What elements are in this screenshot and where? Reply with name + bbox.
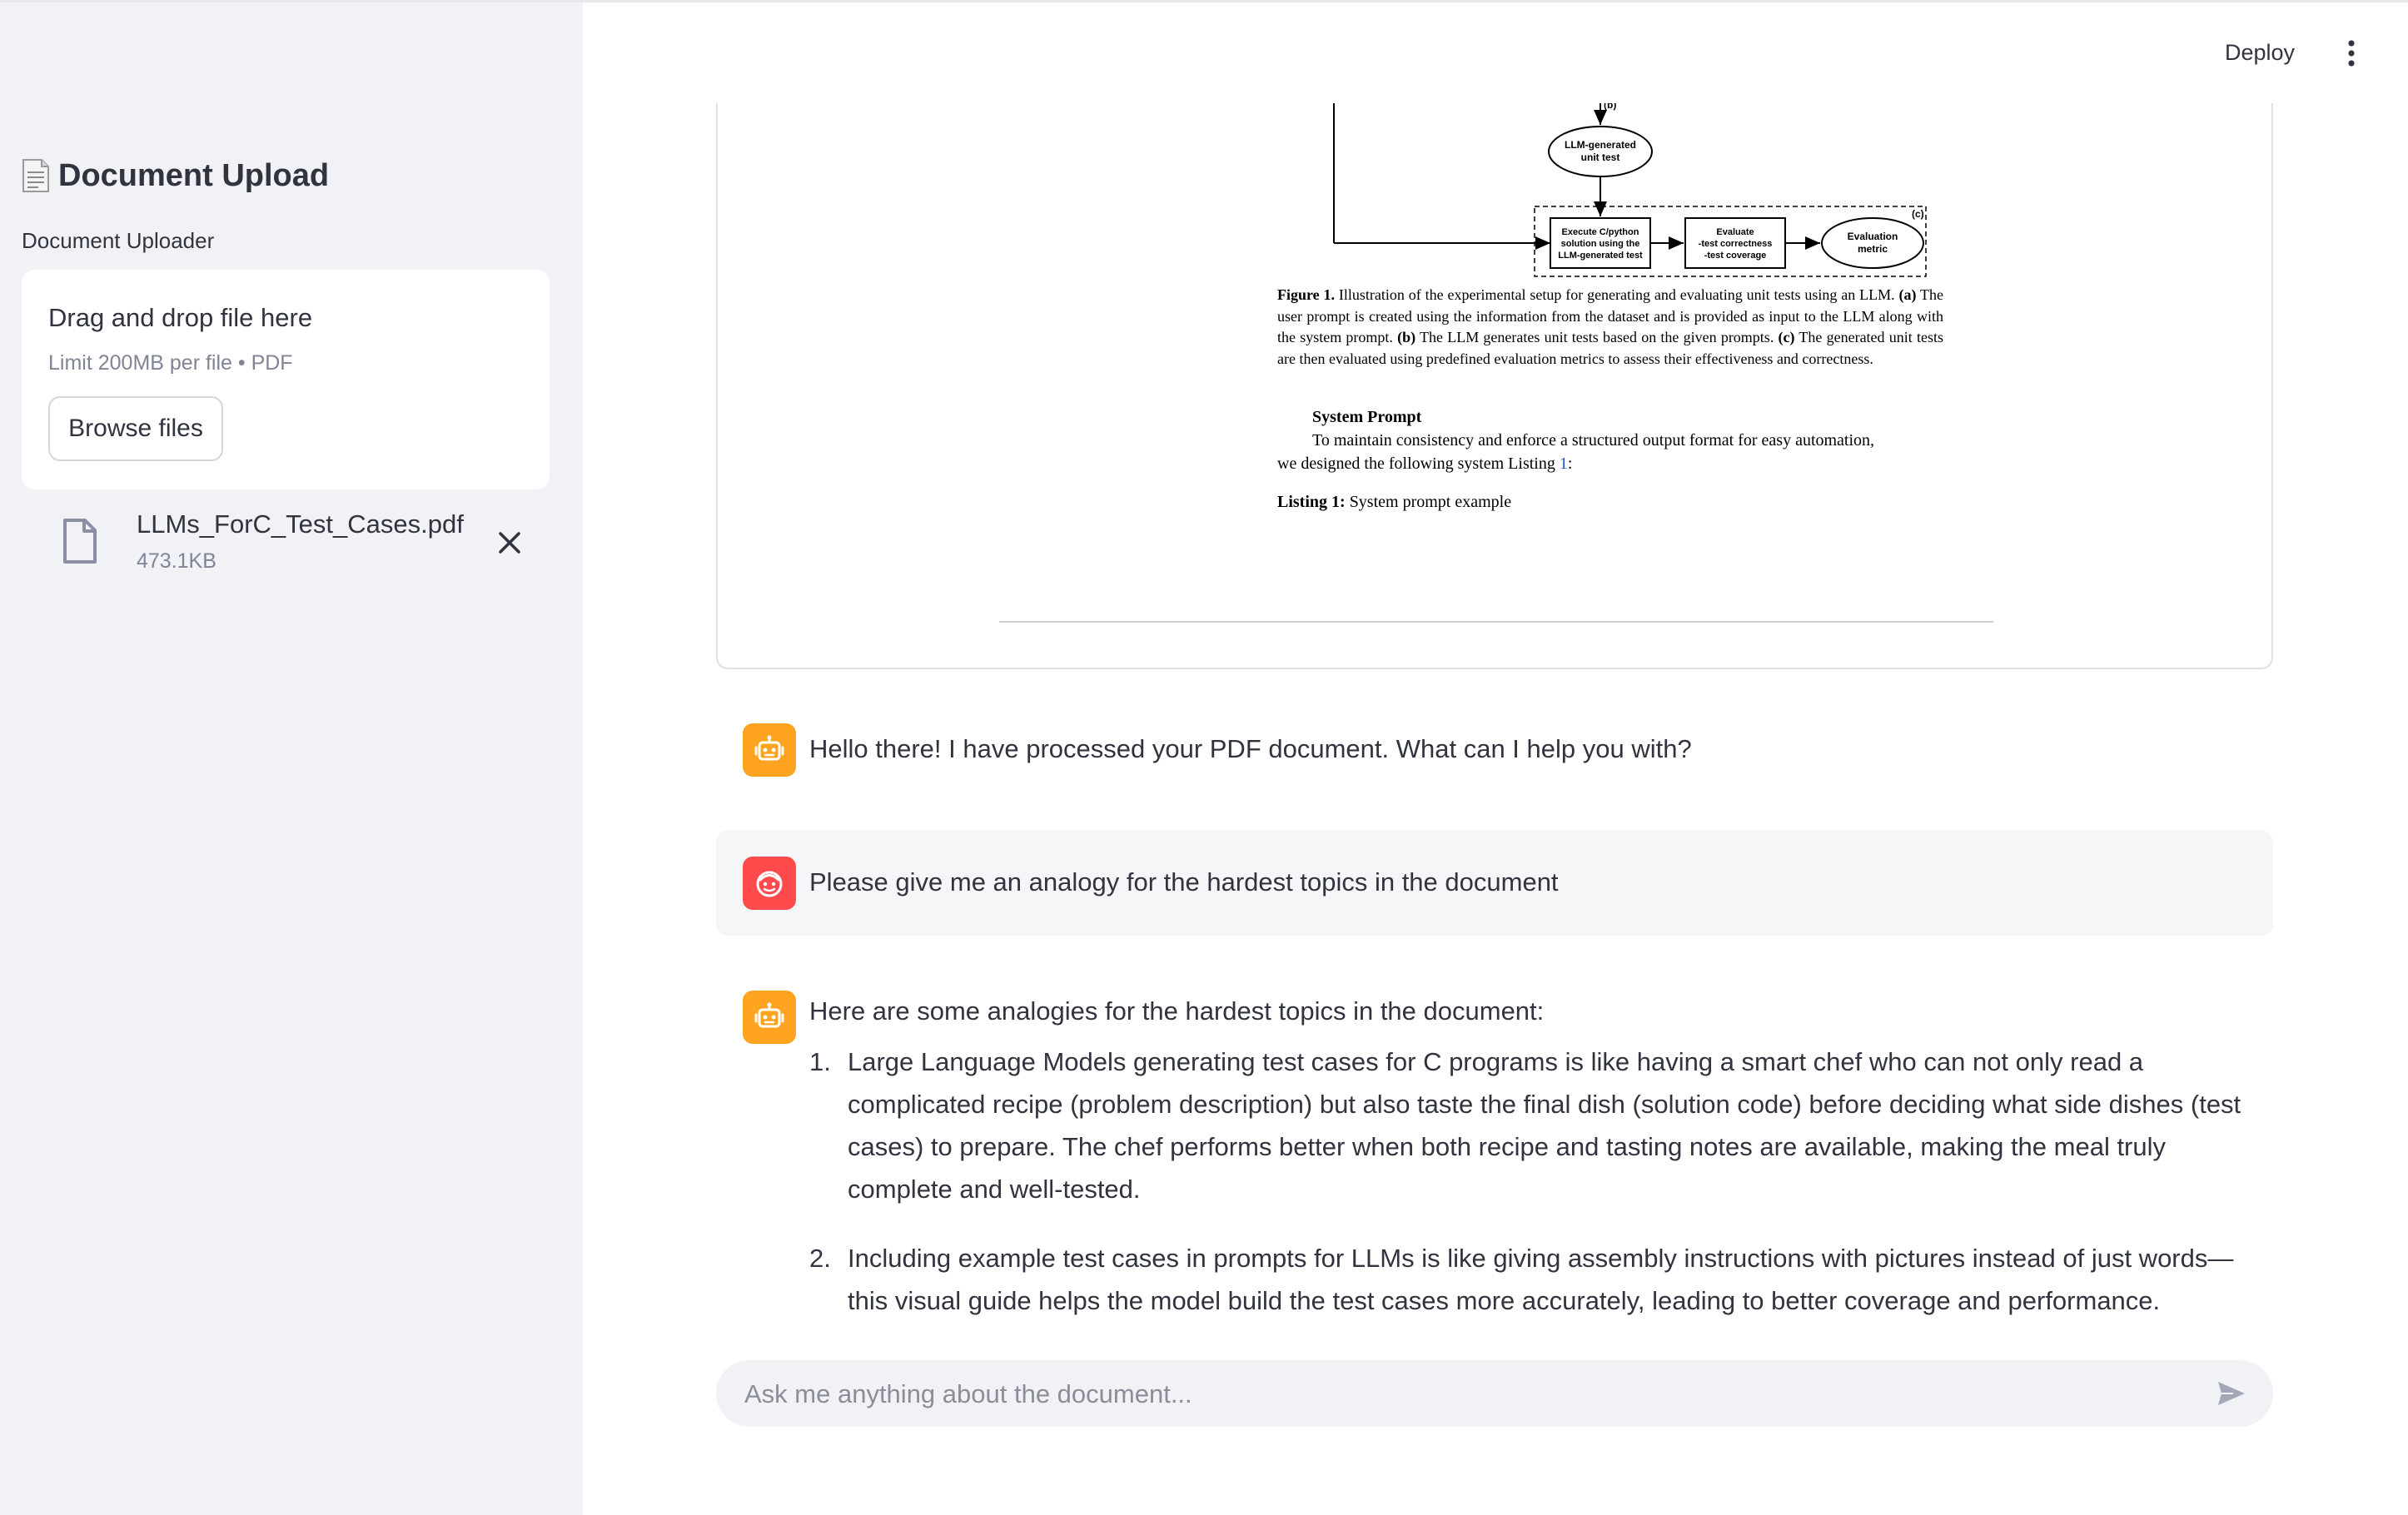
message-text: Hello there! I have processed your PDF d… xyxy=(809,734,1692,763)
llm-node-line2: unit test xyxy=(1581,152,1620,163)
assistant-avatar xyxy=(743,991,796,1044)
pdf-paragraph-end: : xyxy=(1567,454,1573,473)
pdf-preview[interactable]: (b) LLM-generated unit test (c) Execute … xyxy=(716,103,2273,669)
evaluate-box-line3: -test coverage xyxy=(1704,251,1767,261)
pdf-paragraph-line1: To maintain consistency and enforce a st… xyxy=(1312,431,1875,450)
pdf-paragraph-line2: we designed the following system Listing… xyxy=(1277,454,1572,474)
caption-c: (c) xyxy=(1778,329,1795,345)
list-item: 1. Large Language Models generating test… xyxy=(809,1041,2258,1210)
dropzone-title: Drag and drop file here xyxy=(48,303,313,332)
caption-text1: Illustration of the experimental setup f… xyxy=(1335,286,1899,303)
analogy-list: 1. Large Language Models generating test… xyxy=(809,1041,2258,1349)
message-text: Please give me an analogy for the hardes… xyxy=(809,867,1559,897)
caption-a: (a) xyxy=(1898,286,1917,303)
uploader-label: Document Uploader xyxy=(22,228,215,253)
sidebar-title-text: Document Upload xyxy=(58,157,330,193)
caption-text3: The LLM generates unit tests based on th… xyxy=(1415,329,1779,345)
listing-caption: Listing 1: System prompt example xyxy=(1277,493,1511,512)
file-icon xyxy=(63,519,97,564)
list-item-text: Including example test cases in prompts … xyxy=(848,1244,2234,1315)
listing-lead: Listing 1: xyxy=(1277,493,1346,511)
pdf-page-divider xyxy=(999,621,1993,623)
user-avatar xyxy=(743,857,796,910)
llm-node-line1: LLM-generated xyxy=(1565,139,1636,151)
send-icon[interactable] xyxy=(2215,1377,2248,1410)
uploaded-file-row: LLMs_ForC_Test_Cases.pdf 473.1KB xyxy=(22,508,550,583)
execute-box-line1: Execute C/python xyxy=(1562,227,1639,237)
execute-box-line2: solution using the xyxy=(1561,239,1640,249)
section-label-c: (c) xyxy=(1912,208,1924,220)
execute-box-line3: LLM-generated test xyxy=(1558,251,1643,261)
deploy-button[interactable]: Deploy xyxy=(2225,33,2295,72)
figure-caption: Figure 1. Illustration of the experiment… xyxy=(1277,285,1943,370)
chat-message-assistant: Hello there! I have processed your PDF d… xyxy=(716,711,2273,789)
pdf-section-heading: System Prompt xyxy=(1312,408,1422,426)
evaluate-box-line1: Evaluate xyxy=(1716,227,1754,237)
list-item-number: 1. xyxy=(809,1047,831,1076)
list-item-number: 2. xyxy=(809,1244,831,1273)
browse-files-button[interactable]: Browse files xyxy=(48,396,223,461)
caption-lead: Figure 1. xyxy=(1277,286,1336,303)
robot-icon xyxy=(754,735,784,761)
uploaded-file-size: 473.1KB xyxy=(137,549,216,573)
listing-link[interactable]: 1 xyxy=(1560,454,1568,473)
metric-node-line2: metric xyxy=(1858,243,1888,255)
caption-b: (b) xyxy=(1397,329,1416,345)
chat-input[interactable] xyxy=(743,1360,2162,1428)
header-divider xyxy=(0,0,2408,2)
dropzone-limit: Limit 200MB per file • PDF xyxy=(48,351,293,375)
robot-icon xyxy=(754,1002,784,1028)
smiley-face-icon xyxy=(756,871,783,897)
list-item-text: Large Language Models generating test ca… xyxy=(848,1047,2241,1204)
pdf-diagram: (b) LLM-generated unit test (c) Execute … xyxy=(1333,103,1927,277)
file-dropzone[interactable]: Drag and drop file here Limit 200MB per … xyxy=(22,270,550,489)
chat-message-user: Please give me an analogy for the hardes… xyxy=(716,831,2273,936)
sidebar-title: Document Upload xyxy=(22,155,329,196)
chat-message-assistant: Here are some analogies for the hardest … xyxy=(716,977,2273,1315)
chat-input-bar xyxy=(716,1360,2273,1428)
edge-label-b: (b) xyxy=(1604,103,1616,111)
list-item: 2. Including example test cases in promp… xyxy=(809,1237,2258,1322)
page-facing-up-emoji-icon xyxy=(22,159,49,192)
evaluate-box-line2: -test correctness xyxy=(1699,239,1773,249)
metric-node-line1: Evaluation xyxy=(1848,231,1898,242)
listing-text: System prompt example xyxy=(1345,493,1512,511)
sidebar: Document Upload Document Uploader Drag a… xyxy=(0,0,583,1515)
message-text: Here are some analogies for the hardest … xyxy=(809,996,1545,1026)
pdf-paragraph-text: we designed the following system Listing xyxy=(1277,454,1560,473)
kebab-menu-icon[interactable] xyxy=(2341,37,2361,70)
remove-file-close-icon[interactable] xyxy=(493,526,526,559)
uploaded-file-name: LLMs_ForC_Test_Cases.pdf xyxy=(137,509,464,539)
assistant-avatar xyxy=(743,723,796,777)
